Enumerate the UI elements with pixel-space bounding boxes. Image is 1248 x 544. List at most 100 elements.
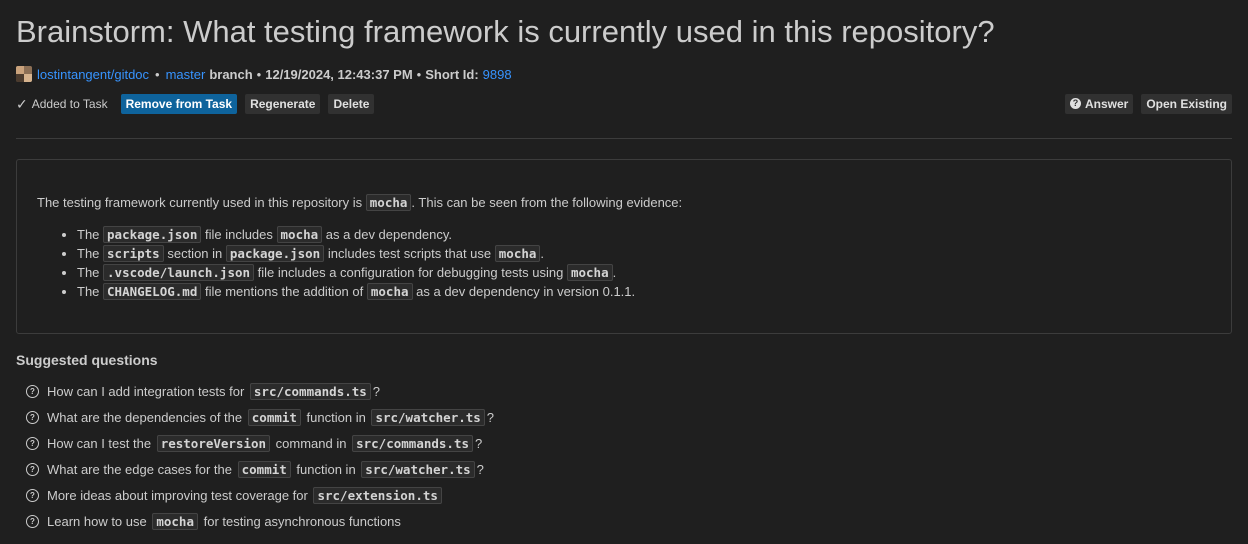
code-span: src/commands.ts — [249, 382, 371, 400]
text: Learn how to use — [47, 513, 147, 529]
divider — [16, 138, 1232, 139]
answer-button-label: Answer — [1084, 97, 1129, 111]
answer-button[interactable]: ? Answer — [1064, 94, 1134, 114]
suggested-question[interactable]: ? How can I add integration tests for sr… — [26, 378, 494, 404]
answer-intro: The testing framework currently used in … — [37, 194, 683, 211]
question-circle-icon: ? — [26, 514, 39, 528]
question-circle-icon: ? — [26, 488, 39, 502]
text: More ideas about improving test coverage… — [47, 487, 308, 503]
question-circle-icon: ? — [26, 462, 39, 476]
suggested-question[interactable]: ? More ideas about improving test covera… — [26, 482, 494, 508]
text: . — [612, 265, 617, 280]
text: file includes a configuration for debugg… — [257, 265, 564, 280]
answer-text: The testing framework currently used in … — [37, 195, 363, 210]
text: What are the dependencies of the — [47, 409, 243, 425]
branch-word: branch — [209, 66, 253, 82]
suggested-question-text: More ideas about improving test coverage… — [47, 486, 444, 504]
added-label: Added to Task — [31, 97, 108, 111]
code-span: restoreVersion — [156, 434, 271, 452]
code-span: mocha — [366, 283, 413, 300]
page-title: Brainstorm: What testing framework is cu… — [16, 14, 995, 49]
separator: • — [155, 66, 160, 82]
question-circle-icon: ? — [26, 436, 39, 450]
text: ? — [486, 409, 495, 425]
question-circle-icon: ? — [26, 410, 39, 424]
toolbar: ✓ Added to Task Remove from Task Regener… — [16, 94, 1232, 114]
code-span: mocha — [152, 512, 198, 530]
text: How can I test the — [47, 435, 152, 451]
meta-line: lostintangent/gitdoc • master branch • 1… — [16, 64, 512, 84]
evidence-item: The package.json file includes mocha as … — [77, 225, 635, 244]
timestamp: 12/19/2024, 12:43:37 PM — [265, 66, 413, 82]
remove-from-task-button[interactable]: Remove from Task — [120, 94, 238, 114]
code-span: .vscode/launch.json — [103, 264, 255, 281]
text: file mentions the addition of — [204, 284, 364, 299]
text: The — [77, 284, 100, 299]
code-span: package.json — [103, 226, 202, 243]
separator: • — [416, 66, 422, 82]
text: command in — [275, 435, 347, 451]
suggested-question[interactable]: ? What are the dependencies of the commi… — [26, 404, 494, 430]
text: includes test scripts that use — [327, 246, 492, 261]
repo-link[interactable]: lostintangent/gitdoc — [37, 67, 149, 82]
text: file includes — [204, 227, 273, 242]
evidence-item: The .vscode/launch.json file includes a … — [77, 263, 635, 282]
suggested-question[interactable]: ? How can I test the restoreVersion comm… — [26, 430, 494, 456]
suggested-question-text: How can I add integration tests for src/… — [47, 382, 381, 400]
text: for testing asynchronous functions — [203, 513, 401, 529]
evidence-item: The CHANGELOG.md file mentions the addit… — [77, 282, 635, 301]
evidence-item: The scripts section in package.json incl… — [77, 244, 635, 263]
suggested-questions-title: Suggested questions — [16, 352, 158, 368]
text: as a dev dependency. — [325, 227, 453, 242]
code-span: commit — [247, 408, 301, 426]
text: function in — [306, 409, 366, 425]
branch-link[interactable]: master — [166, 67, 206, 82]
delete-button[interactable]: Delete — [328, 94, 375, 114]
code-span: package.json — [225, 245, 325, 262]
code-span: src/watcher.ts — [371, 408, 485, 426]
suggested-question-text: What are the dependencies of the commit … — [47, 408, 495, 426]
code-span: CHANGELOG.md — [103, 283, 202, 300]
code-span: commit — [237, 460, 291, 478]
text: What are the edge cases for the — [47, 461, 232, 477]
text: The — [77, 246, 100, 261]
added-status: ✓ Added to Task — [16, 96, 108, 113]
text: ? — [372, 383, 381, 399]
text: The — [77, 227, 100, 242]
text: . — [540, 246, 545, 261]
code-span: src/extension.ts — [313, 486, 442, 504]
code-span: scripts — [103, 245, 164, 262]
short-id-label: Short Id: — [425, 66, 479, 82]
suggested-question-text: Learn how to use mocha for testing async… — [47, 512, 401, 530]
evidence-list: The package.json file includes mocha as … — [57, 225, 635, 301]
avatar — [16, 66, 32, 82]
code-span: src/commands.ts — [352, 434, 473, 452]
text: as a dev dependency in version 0.1.1. — [416, 284, 636, 299]
question-circle-icon: ? — [1069, 98, 1081, 110]
text: function in — [296, 461, 356, 477]
regenerate-button[interactable]: Regenerate — [245, 94, 321, 114]
suggested-question-text: What are the edge cases for the commit f… — [47, 460, 484, 478]
suggested-questions-list: ? How can I add integration tests for sr… — [26, 378, 494, 534]
code-span: mocha — [365, 194, 412, 211]
question-circle-icon: ? — [26, 384, 39, 398]
code-span: mocha — [566, 264, 613, 281]
toolbar-right: ? Answer Open Existing — [1064, 94, 1232, 114]
text: ? — [476, 461, 484, 477]
text: How can I add integration tests for — [47, 383, 245, 399]
suggested-question-text: How can I test the restoreVersion comman… — [47, 434, 483, 452]
code-span: mocha — [494, 245, 541, 262]
short-id-link[interactable]: 9898 — [483, 67, 512, 82]
suggested-question[interactable]: ? What are the edge cases for the commit… — [26, 456, 494, 482]
text: section in — [167, 246, 223, 261]
separator: • — [256, 66, 262, 82]
code-span: mocha — [276, 226, 323, 243]
suggested-question[interactable]: ? Learn how to use mocha for testing asy… — [26, 508, 494, 534]
text: The — [77, 265, 100, 280]
open-existing-button[interactable]: Open Existing — [1141, 94, 1232, 114]
code-span: src/watcher.ts — [361, 460, 475, 478]
answer-panel: The testing framework currently used in … — [16, 159, 1232, 334]
check-icon: ✓ — [16, 95, 28, 112]
text: ? — [475, 435, 483, 451]
answer-text: . This can be seen from the following ev… — [411, 195, 683, 210]
